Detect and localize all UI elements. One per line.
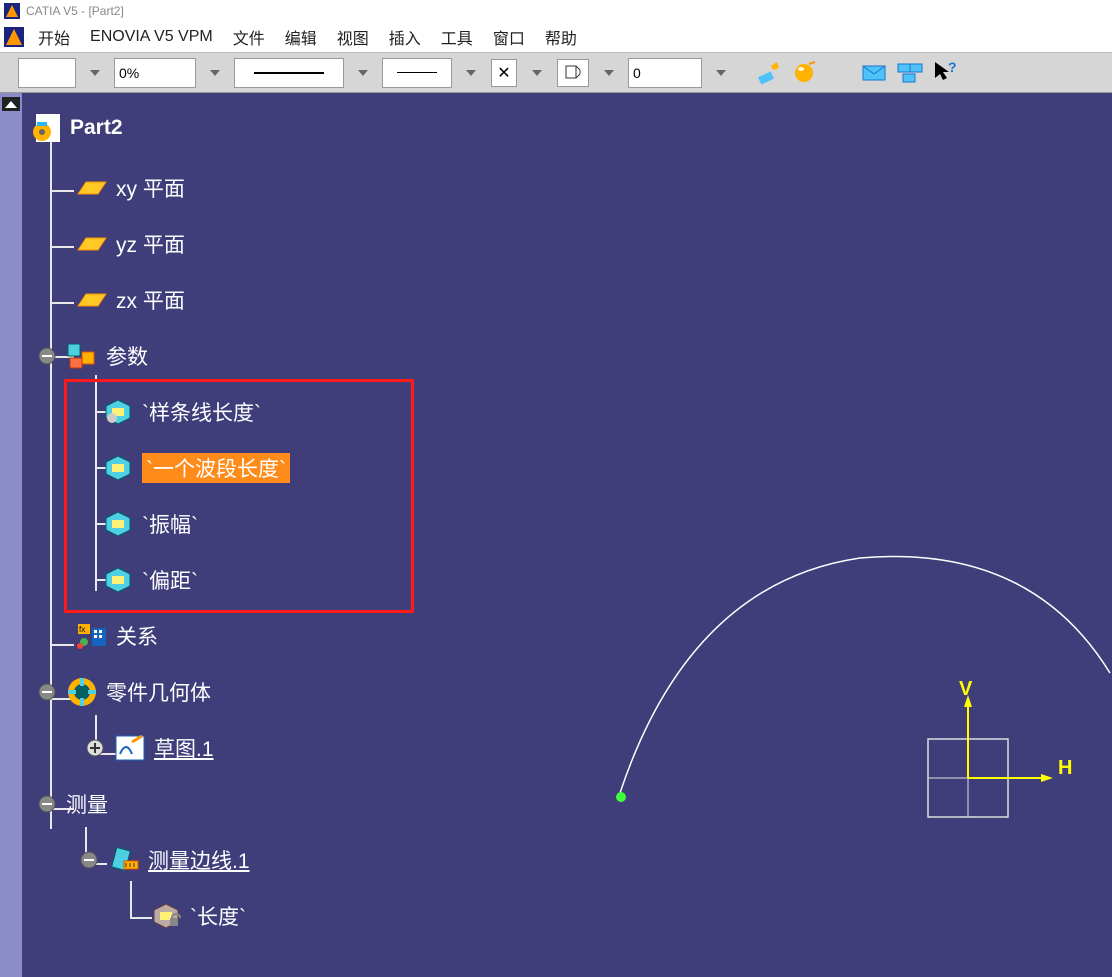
measure-label: 测量 xyxy=(66,789,108,819)
sketch-icon xyxy=(114,732,146,764)
render-style-combo[interactable] xyxy=(557,59,589,87)
dropdown-icon[interactable] xyxy=(456,58,486,88)
partbody-label: 零件几何体 xyxy=(106,677,211,707)
svg-text:?: ? xyxy=(948,60,957,75)
envelope-icon[interactable] xyxy=(860,59,888,87)
plane-label: yz 平面 xyxy=(116,229,185,259)
menubar: 开始 ENOVIA V5 VPM 文件 编辑 视图 插入 工具 窗口 帮助 xyxy=(0,22,1112,52)
measure-icon xyxy=(108,844,140,876)
opacity-input[interactable] xyxy=(115,59,195,87)
collapse-icon[interactable] xyxy=(38,795,56,813)
sketch-label: 草图.1 xyxy=(154,733,214,763)
collapse-icon[interactable] xyxy=(38,683,56,701)
menu-view[interactable]: 视图 xyxy=(327,21,379,53)
menu-file[interactable]: 文件 xyxy=(223,21,275,53)
param-icon xyxy=(102,452,134,484)
lineweight-combo[interactable] xyxy=(382,58,452,88)
menu-start[interactable]: 开始 xyxy=(28,21,80,53)
length-label: `长度` xyxy=(190,901,246,931)
menu-window[interactable]: 窗口 xyxy=(483,21,535,53)
axis-triad[interactable] xyxy=(910,683,1060,833)
left-scrollbar[interactable] xyxy=(0,93,22,977)
titlebar: CATIA V5 - [Part2] xyxy=(0,0,1112,22)
menu-edit[interactable]: 编辑 xyxy=(275,21,327,53)
help-cursor-icon[interactable]: ? xyxy=(932,59,960,87)
tree-root[interactable]: Part2 xyxy=(30,108,290,148)
specification-tree[interactable]: Part2 xy 平面 yz 平面 zx 平面 xyxy=(30,108,290,952)
tree-param-amplitude[interactable]: `振幅` xyxy=(102,504,290,544)
plane-icon xyxy=(76,172,108,204)
tree-plane-xy[interactable]: xy 平面 xyxy=(56,168,290,208)
dropdown-icon[interactable] xyxy=(594,58,624,88)
measure-edge-label: 测量边线.1 xyxy=(148,845,250,875)
menu-tools[interactable]: 工具 xyxy=(431,21,483,53)
param-icon xyxy=(102,508,134,540)
param-label: `偏距` xyxy=(142,565,198,595)
toolbar: ✕ ? xyxy=(0,52,1112,93)
box-icon xyxy=(564,64,582,82)
tree-partbody[interactable]: 零件几何体 xyxy=(38,672,290,712)
formula-param-icon xyxy=(102,396,134,428)
title-text: CATIA V5 - [Part2] xyxy=(26,4,124,18)
dropdown-icon[interactable] xyxy=(80,58,110,88)
sphere-icon[interactable] xyxy=(790,59,818,87)
parameters-icon xyxy=(66,340,98,372)
color-input[interactable] xyxy=(19,59,75,87)
dropdown-icon[interactable] xyxy=(200,58,230,88)
color-combo[interactable] xyxy=(18,58,76,88)
menu-enovia[interactable]: ENOVIA V5 VPM xyxy=(80,24,223,50)
dropdown-icon[interactable] xyxy=(348,58,378,88)
relations-label: 关系 xyxy=(116,621,158,651)
plane-label: zx 平面 xyxy=(116,285,185,315)
param-label: `一个波段长度` xyxy=(142,453,290,483)
brush-icon[interactable] xyxy=(754,59,782,87)
locked-param-icon xyxy=(150,900,182,932)
linetype-combo[interactable] xyxy=(234,58,344,88)
scroll-up-icon[interactable] xyxy=(2,97,20,111)
tree-plane-zx[interactable]: zx 平面 xyxy=(56,280,290,320)
menu-help[interactable]: 帮助 xyxy=(535,21,587,53)
tree-length[interactable]: `长度` xyxy=(150,896,290,936)
relations-icon: fx xyxy=(76,620,108,652)
cross-icon: ✕ xyxy=(497,63,510,83)
collapse-icon[interactable] xyxy=(38,347,56,365)
point-style-combo[interactable]: ✕ xyxy=(491,59,517,87)
plane-icon xyxy=(76,284,108,316)
dropdown-icon[interactable] xyxy=(522,58,552,88)
tree-plane-yz[interactable]: yz 平面 xyxy=(56,224,290,264)
partbody-icon xyxy=(66,676,98,708)
svg-text:fx: fx xyxy=(79,625,85,634)
main-viewport[interactable]: Part2 xy 平面 yz 平面 zx 平面 xyxy=(0,93,1112,977)
tree-relations[interactable]: fx 关系 xyxy=(56,616,290,656)
layer-combo[interactable] xyxy=(628,58,702,88)
plane-icon xyxy=(76,228,108,260)
parameters-label: 参数 xyxy=(106,341,148,371)
app-logo-icon xyxy=(4,27,24,47)
tree-measure-edge[interactable]: 测量边线.1 xyxy=(80,840,290,880)
opacity-combo[interactable] xyxy=(114,58,196,88)
tree-param-wave-length[interactable]: `一个波段长度` xyxy=(102,448,290,488)
tree-sketch1[interactable]: 草图.1 xyxy=(86,728,290,768)
axis-v-label: V xyxy=(959,678,972,701)
tree-param-spline-length[interactable]: `样条线长度` xyxy=(102,392,290,432)
tree-param-offset[interactable]: `偏距` xyxy=(102,560,290,600)
tree-root-label: Part2 xyxy=(70,116,123,140)
layer-input[interactable] xyxy=(629,59,701,87)
menu-insert[interactable]: 插入 xyxy=(379,21,431,53)
tree-measure[interactable]: 测量 xyxy=(38,784,290,824)
param-icon xyxy=(102,564,134,596)
param-label: `样条线长度` xyxy=(142,397,261,427)
app-icon xyxy=(4,3,20,19)
expand-icon[interactable] xyxy=(86,739,104,757)
axis-h-label: H xyxy=(1058,757,1072,780)
tree-parameters[interactable]: 参数 xyxy=(38,336,290,376)
part-icon xyxy=(30,112,62,144)
param-label: `振幅` xyxy=(142,509,198,539)
plane-label: xy 平面 xyxy=(116,173,185,203)
endpoint-marker[interactable] xyxy=(616,792,626,802)
dropdown-icon[interactable] xyxy=(706,58,736,88)
collapse-icon[interactable] xyxy=(80,851,98,869)
envelopes-icon[interactable] xyxy=(896,59,924,87)
